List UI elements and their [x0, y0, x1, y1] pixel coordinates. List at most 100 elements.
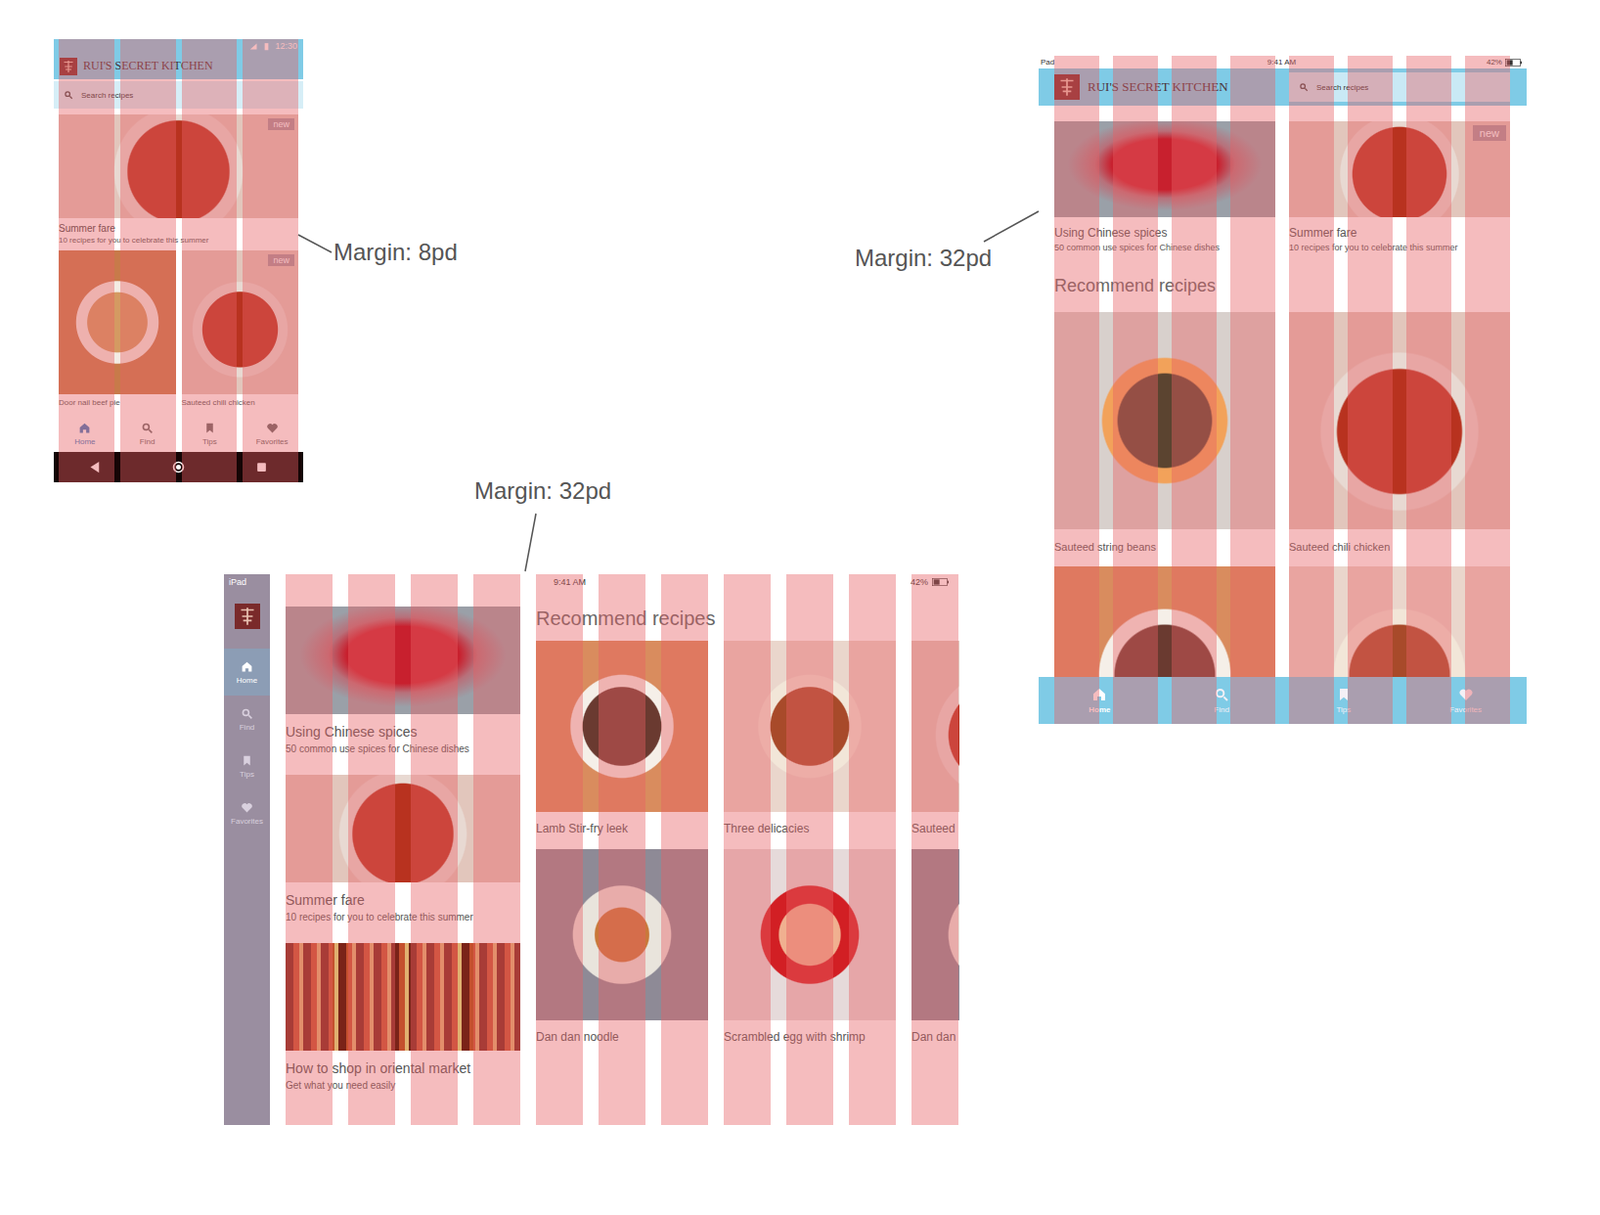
design-board: 12:30 RUI'S SECRET KITCHEN Search recipes n…: [0, 0, 1600, 1215]
nav-label: Find: [1213, 705, 1230, 714]
logo-icon[interactable]: [59, 57, 78, 76]
article-list: Using Chinese spices50 common use spices…: [285, 606, 521, 1110]
bookmark-icon: [240, 754, 254, 767]
rail-item[interactable]: Favorites: [223, 789, 270, 837]
back-icon[interactable]: [88, 459, 103, 475]
card-subtitle: 10 recipes for you to celebrate this sum…: [58, 233, 299, 245]
nav-item[interactable]: Tips: [178, 414, 242, 452]
status-bar: 12:30: [53, 39, 304, 53]
recipe-card[interactable]: Sauteed: [911, 640, 960, 836]
rail-label: Favorites: [230, 816, 264, 826]
photo: [535, 848, 709, 1021]
recommend-section: Recommend recipesLamb Stir-fry leekThree…: [535, 606, 960, 1110]
grid-column: [598, 574, 646, 1125]
search-icon: [1298, 82, 1309, 92]
home-icon: [1091, 686, 1108, 703]
rail-label: Tips: [239, 769, 255, 779]
app-bar: RUI'S SECRET KITCHEN Search recipes: [1038, 68, 1527, 106]
recipe-card[interactable]: newSauteed chili chicken: [181, 250, 300, 409]
rail-item[interactable]: Home: [223, 648, 270, 696]
status-time: 12:30: [274, 41, 298, 51]
home-button-icon[interactable]: [171, 459, 186, 475]
recipe-card[interactable]: Dan dan: [911, 848, 960, 1044]
rail-item[interactable]: Tips: [223, 742, 270, 790]
photo: [1054, 311, 1276, 530]
article-card[interactable]: Using Chinese spices50 common use spices…: [1054, 121, 1276, 253]
recipe-card[interactable]: Dan dan noodle: [535, 848, 709, 1044]
search-field[interactable]: Search recipes: [53, 81, 304, 109]
recipe-card[interactable]: [1288, 566, 1511, 677]
card-subtitle: 50 common use spices for Chinese dishes: [285, 739, 521, 755]
battery-icon: [262, 42, 271, 51]
grid-column: [723, 574, 771, 1125]
search-field[interactable]: Search recipes: [1288, 72, 1511, 102]
heart-icon: [1458, 686, 1474, 703]
status-time: 9:41 AM: [553, 577, 586, 587]
card-row: Door nail beef pie newSauteed chili chick…: [58, 250, 299, 409]
recents-icon[interactable]: [254, 459, 269, 475]
status-battery: 42%: [1486, 57, 1503, 67]
article-card[interactable]: Summer fare10 recipes for you to celebra…: [285, 774, 521, 941]
leader-line: [983, 211, 1039, 242]
article-list: Using Chinese spices50 common use spices…: [1054, 121, 1512, 253]
grid-column: [1054, 55, 1100, 724]
photo: [285, 942, 521, 1051]
rail-item[interactable]: Find: [223, 695, 270, 743]
card-title: Three delicacies: [723, 811, 896, 836]
grid-column: [58, 39, 115, 483]
system-nav-bar: [53, 451, 304, 483]
grid-overlay: [285, 574, 960, 1125]
recipe-card[interactable]: Door nail beef pie: [58, 250, 177, 409]
nav-item[interactable]: Tips: [1283, 676, 1406, 724]
photo: [911, 848, 960, 1021]
logo-icon[interactable]: [234, 603, 261, 629]
card-subtitle: 10 recipes for you to celebrate this sum…: [285, 907, 521, 923]
photo: [1288, 566, 1511, 677]
photo: new: [181, 250, 300, 395]
grid-column: [1288, 55, 1334, 724]
card-title: Scrambled egg with shrimp: [723, 1020, 896, 1044]
article-card[interactable]: Using Chinese spices50 common use spices…: [285, 606, 521, 773]
recipe-card[interactable]: Scrambled egg with shrimp: [723, 848, 896, 1044]
main-area: 9:41 AM42%Using Chinese spices50 common …: [269, 574, 960, 1125]
recipe-card[interactable]: Three delicacies: [723, 640, 896, 836]
photo: [1054, 566, 1276, 677]
article-card[interactable]: How to shop in oriental marketGet what y…: [285, 942, 521, 1110]
photo: [1054, 121, 1276, 218]
nav-item[interactable]: Find: [116, 414, 179, 452]
nav-item[interactable]: Favorites: [1404, 676, 1527, 724]
heart-icon: [266, 421, 279, 435]
logo-icon[interactable]: [1054, 74, 1080, 100]
recipe-card[interactable]: Lamb Stir-fry leek: [535, 640, 709, 836]
status-time: 9:41 AM: [1200, 57, 1362, 67]
grid-column: [848, 574, 896, 1125]
nav-item[interactable]: Find: [1160, 676, 1284, 724]
recipe-card[interactable]: Sauteed chili chicken: [1288, 311, 1511, 553]
photo: [58, 250, 177, 395]
app-title: RUI'S SECRET KITCHEN: [1087, 79, 1229, 95]
photo: [723, 640, 896, 812]
grid-column: [285, 574, 333, 1125]
margin-annotation: Margin: 8pd: [333, 238, 458, 267]
card-title: Dan dan noodle: [535, 1020, 709, 1044]
search-icon: [140, 421, 154, 435]
nav-item[interactable]: Home: [53, 414, 117, 452]
nav-item[interactable]: Home: [1038, 676, 1161, 724]
bottom-nav: Home Find TipsFavorites: [1038, 676, 1527, 724]
nav-label: Favorites: [256, 437, 289, 446]
new-badge: new: [267, 118, 295, 131]
card-title: How to shop in oriental market: [285, 1050, 521, 1076]
card-title: Door nail beef pie: [58, 394, 177, 409]
recipe-card[interactable]: [1054, 566, 1276, 677]
card-title: Summer fare: [285, 882, 521, 908]
recipe-card[interactable]: Sauteed string beans: [1054, 311, 1276, 553]
tablet-landscape-mockup: iPadHomeFindTipsFavorites9:41 AM42%Using…: [223, 574, 960, 1125]
nav-item[interactable]: Favorites: [240, 414, 304, 452]
content: Using Chinese spices50 common use spices…: [1038, 105, 1527, 677]
photo: [535, 640, 709, 812]
recipe-grid: Lamb Stir-fry leek Three delicacies Sautee…: [535, 640, 960, 1044]
featured-card[interactable]: newSummer fare10 recipes for you to cele…: [58, 114, 299, 245]
article-card[interactable]: newSummer fare10 recipes for you to cele…: [1288, 121, 1511, 253]
annotation-lines: [0, 0, 1600, 1215]
section-title: Recommend recipes: [1054, 275, 1512, 297]
